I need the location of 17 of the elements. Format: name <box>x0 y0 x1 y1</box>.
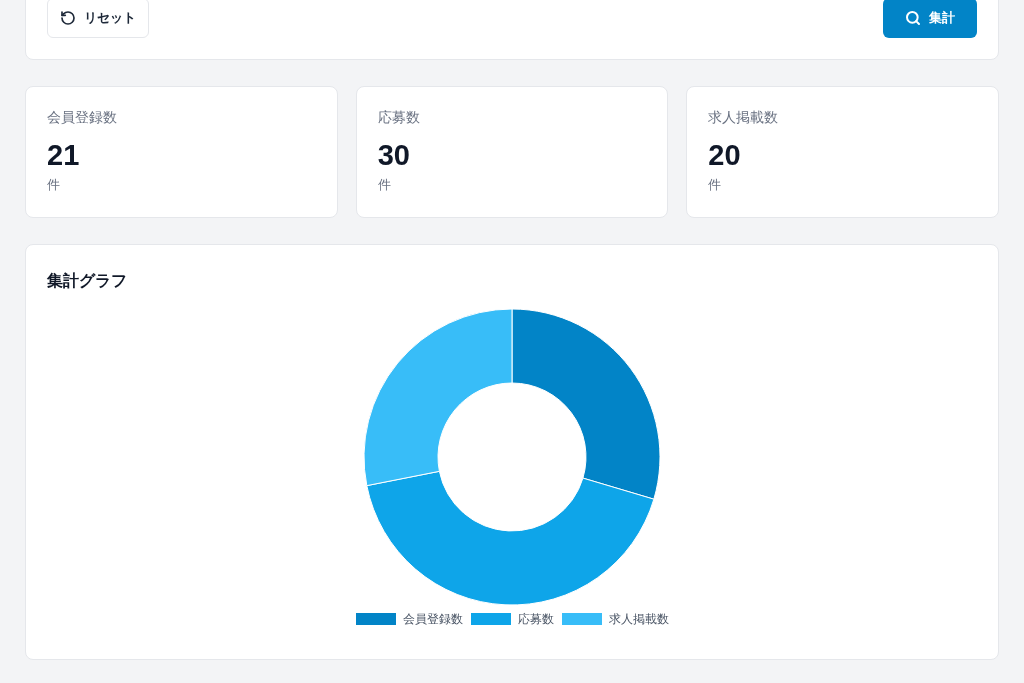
legend-label: 応募数 <box>517 611 554 627</box>
stat-label: 会員登録数 <box>47 108 118 127</box>
stat-value: 20 <box>708 139 742 171</box>
legend-label: 求人掲載数 <box>608 611 669 627</box>
stat-label: 応募数 <box>377 108 421 127</box>
search-button[interactable]: 集計 <box>883 0 977 38</box>
stat-unit: 件 <box>47 176 61 194</box>
reset-icon <box>60 10 76 26</box>
stat-unit: 件 <box>708 176 723 194</box>
chart-title: 集計グラフ <box>47 270 127 292</box>
stat-label: 求人掲載数 <box>708 108 780 127</box>
legend-label: 会員登録数 <box>402 611 463 627</box>
stat-unit: 件 <box>377 176 392 194</box>
stat-value: 21 <box>47 139 81 171</box>
reset-button[interactable]: リセット <box>47 0 149 38</box>
stat-value: 30 <box>377 139 411 171</box>
search-icon <box>905 10 921 26</box>
